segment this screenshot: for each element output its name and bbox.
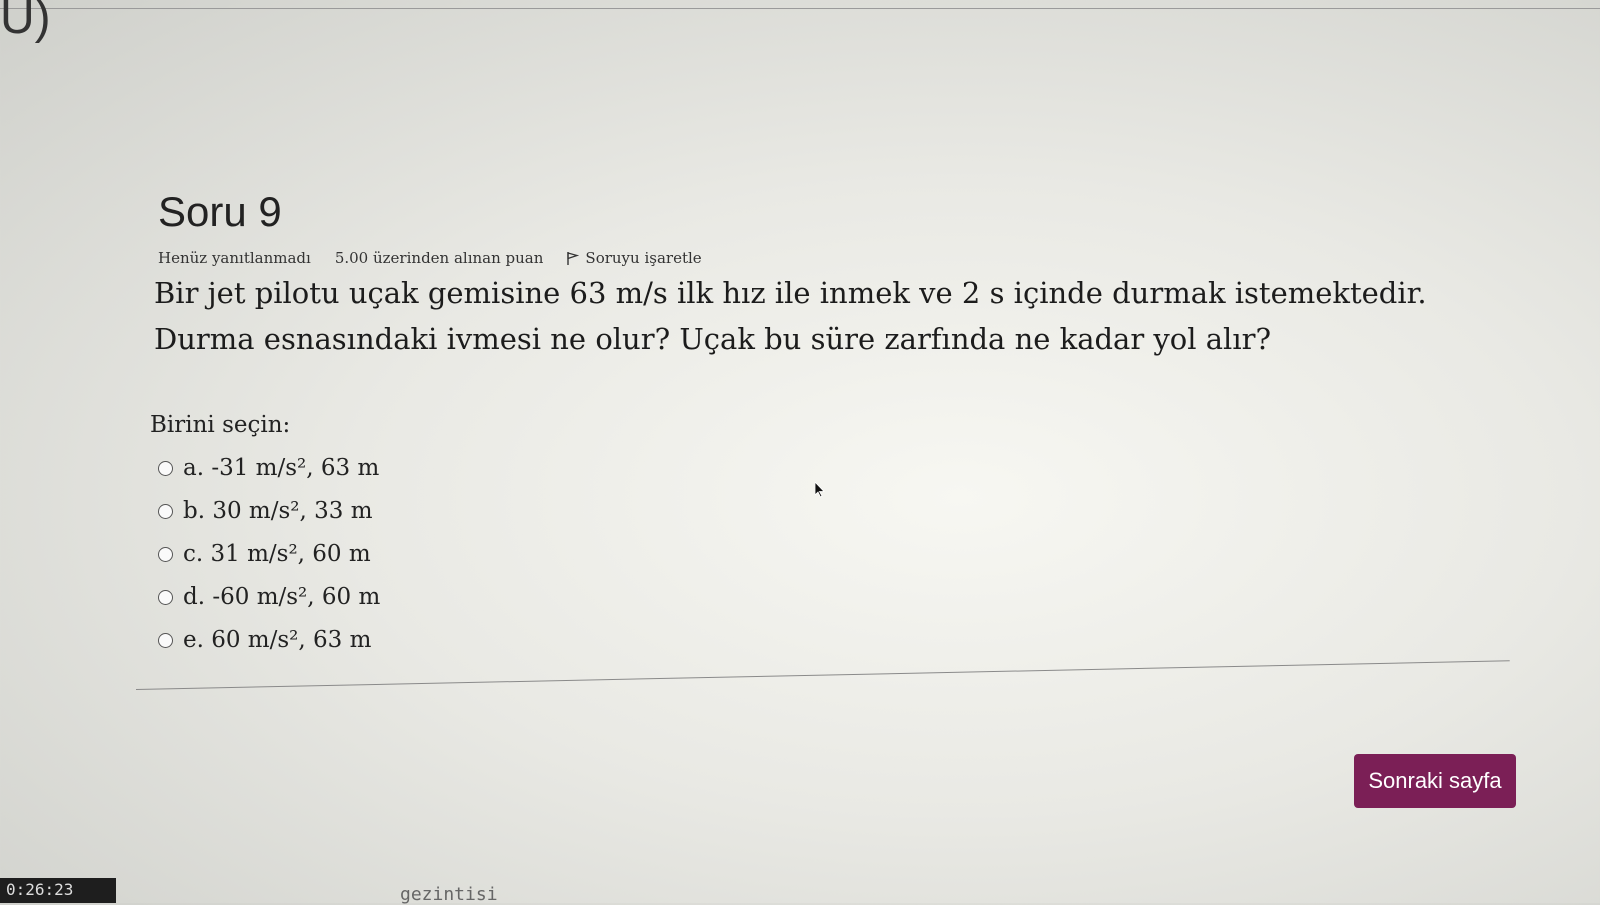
radio-button[interactable] (158, 460, 173, 476)
answer-option-label: d. -60 m/s², 60 m (183, 584, 381, 610)
radio-button[interactable] (158, 503, 173, 519)
answer-option-a[interactable]: a. -31 m/s², 63 m (158, 455, 379, 481)
answer-option-c[interactable]: c. 31 m/s², 60 m (158, 541, 371, 567)
radio-button[interactable] (158, 546, 173, 562)
flag-icon (567, 251, 580, 265)
question-text: Bir jet pilotu uçak gemisine 63 m/s ilk … (154, 276, 1427, 356)
top-divider (0, 8, 1600, 9)
mouse-cursor-icon (815, 482, 825, 498)
answer-option-label: a. -31 m/s², 63 m (183, 455, 380, 481)
question-title: Soru 9 (158, 188, 282, 235)
answer-option-label: b. 30 m/s², 33 m (183, 498, 373, 524)
section-divider (135, 660, 1510, 690)
question-info: Henüz yanıtlanmadı 5.00 üzerinden alınan… (158, 249, 702, 267)
answer-option-label: e. 60 m/s², 63 m (183, 627, 372, 653)
radio-button[interactable] (158, 632, 173, 648)
answer-option-label: c. 31 m/s², 60 m (183, 541, 371, 567)
answer-prompt: Birini seçin: (150, 412, 291, 438)
next-page-button[interactable]: Sonraki sayfa (1354, 754, 1516, 808)
answer-option-d[interactable]: d. -60 m/s², 60 m (158, 584, 380, 610)
answer-option-b[interactable]: b. 30 m/s², 33 m (158, 498, 373, 524)
quiz-navigation-fragment[interactable]: gezintisi (400, 884, 498, 905)
quiz-timer: 0:26:23 (0, 878, 116, 903)
flag-question-link[interactable]: Soruyu işaretle (567, 249, 702, 267)
corner-fragment-text: U) (0, 0, 51, 44)
question-status: Henüz yanıtlanmadı (158, 249, 311, 267)
answer-option-e[interactable]: e. 60 m/s², 63 m (158, 627, 371, 653)
flag-question-label: Soruyu işaretle (585, 249, 702, 267)
radio-button[interactable] (158, 589, 173, 605)
question-grade: 5.00 üzerinden alınan puan (334, 249, 544, 267)
